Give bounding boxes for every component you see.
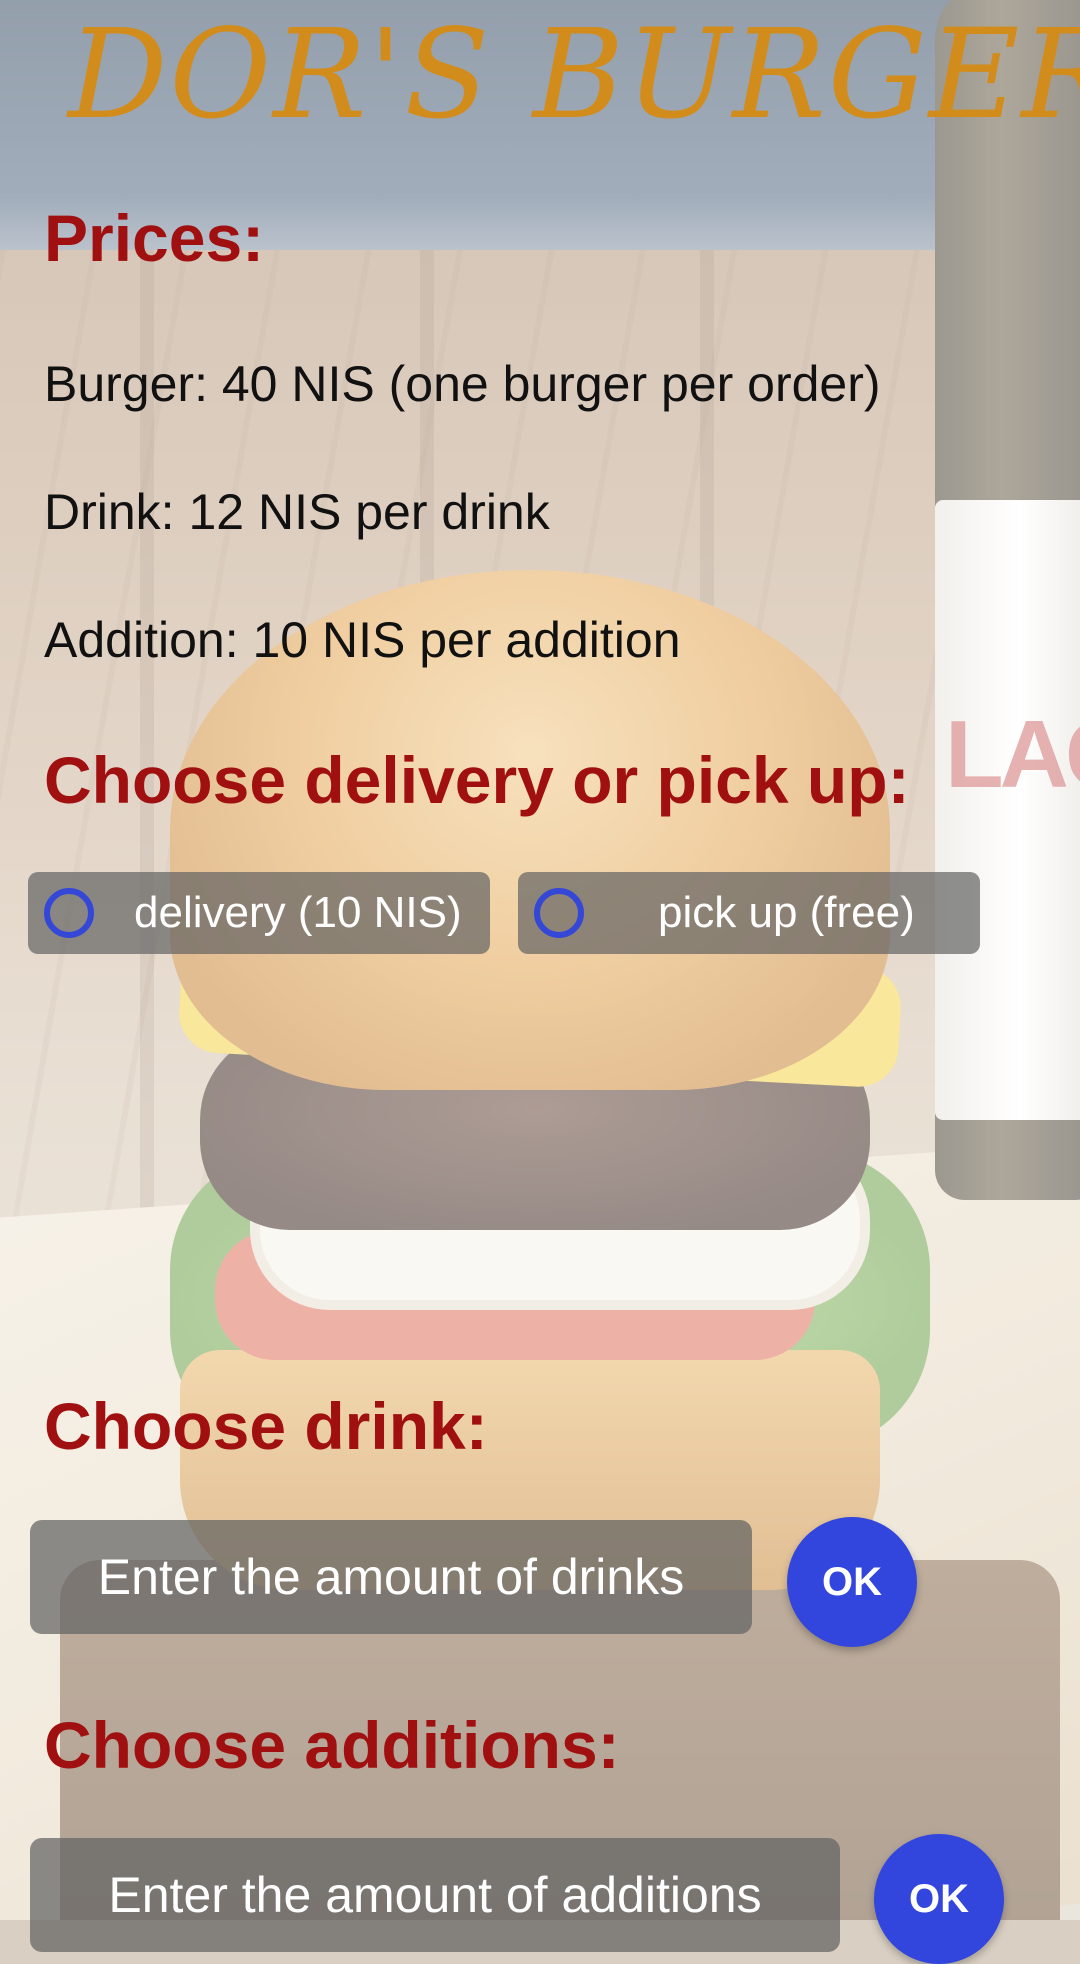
radio-pickup-label: pick up (free) [658,888,915,937]
drink-heading: Choose drink: [44,1389,488,1463]
delivery-heading: Choose delivery or pick up: [44,743,910,817]
radio-delivery[interactable]: delivery (10 NIS) [28,872,490,954]
drink-price: Drink: 12 NIS per drink [44,484,550,540]
additions-input-placeholder: Enter the amount of additions [108,1867,762,1923]
drinks-amount-input[interactable]: Enter the amount of drinks [30,1520,752,1634]
addition-price: Addition: 10 NIS per addition [44,612,681,668]
additions-heading: Choose additions: [44,1708,620,1782]
radio-delivery-label: delivery (10 NIS) [134,888,462,937]
app-title: DOR'S BURGER [68,3,1080,147]
radio-circle-icon [44,888,94,938]
drinks-ok-button[interactable]: OK [787,1517,917,1647]
radio-pickup[interactable]: pick up (free) [518,872,980,954]
radio-circle-icon [534,888,584,938]
prices-heading: Prices: [44,201,265,275]
burger-price: Burger: 40 NIS (one burger per order) [44,356,881,412]
additions-amount-input[interactable]: Enter the amount of additions [30,1838,840,1952]
additions-ok-button[interactable]: OK [874,1834,1004,1964]
order-form: DOR'S BURGER Prices: Burger: 40 NIS (one… [0,0,1080,1964]
drinks-input-placeholder: Enter the amount of drinks [97,1549,685,1605]
